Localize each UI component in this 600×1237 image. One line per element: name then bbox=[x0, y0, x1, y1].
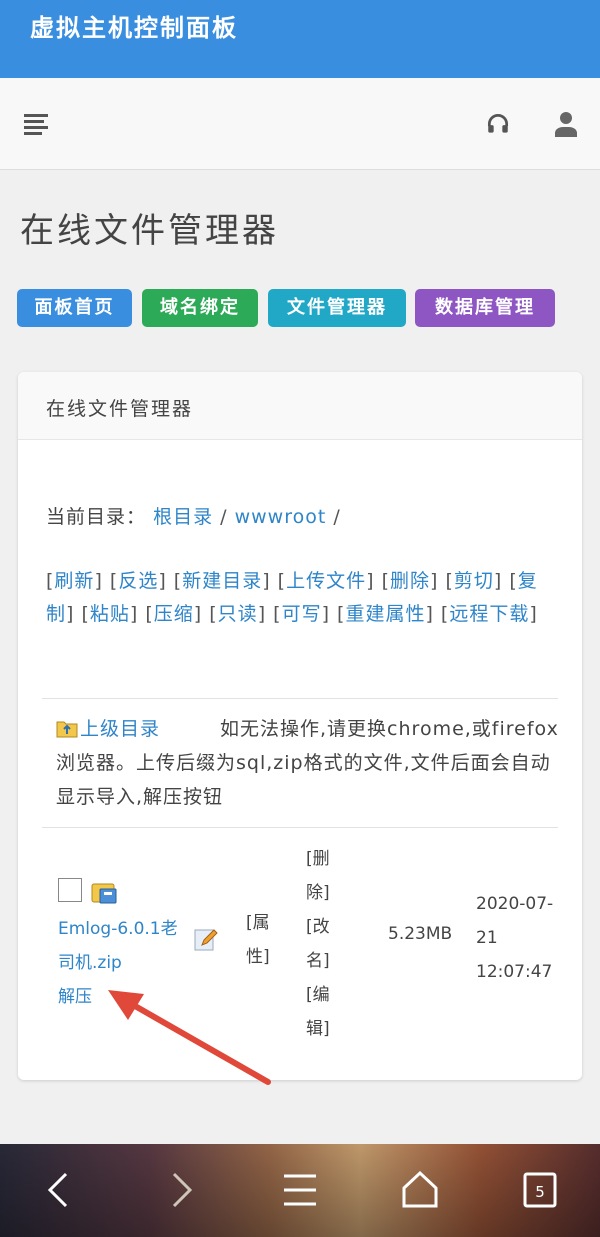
refresh-link[interactable]: 刷新 bbox=[54, 570, 94, 592]
pencil-icon[interactable] bbox=[194, 927, 218, 951]
file-size: 5.23MB bbox=[388, 924, 453, 944]
browser-navigation-bar: 5 bbox=[0, 1144, 600, 1237]
menu-icon[interactable] bbox=[278, 1168, 322, 1212]
invert-selection-link[interactable]: 反选 bbox=[118, 570, 158, 592]
file-date: 2020-07-21 12:07:47 bbox=[476, 894, 554, 982]
read-only-link[interactable]: 只读 bbox=[218, 603, 258, 625]
file-actions: [刷新] [反选] [新建目录] [上传文件] [删除] [剪切] [复制] [… bbox=[46, 570, 538, 625]
home-icon[interactable] bbox=[398, 1168, 442, 1212]
extract-link[interactable]: 解压 bbox=[58, 987, 92, 1007]
dashboard-home-button[interactable]: 面板首页 bbox=[17, 289, 132, 327]
file-name-link[interactable]: Emlog-6.0.1老司机.zip bbox=[58, 919, 178, 973]
remote-download-link[interactable]: 远程下载 bbox=[449, 603, 529, 625]
delete-link[interactable]: 删除 bbox=[390, 570, 430, 592]
tab-count: 5 bbox=[535, 1183, 545, 1201]
breadcrumb-root-link[interactable]: 根目录 bbox=[153, 506, 213, 528]
forward-icon[interactable] bbox=[158, 1168, 202, 1212]
user-icon[interactable] bbox=[554, 111, 578, 137]
navbar bbox=[0, 78, 600, 170]
divider bbox=[42, 698, 558, 699]
parent-dir-row: 上级目录 如无法操作,请更换chrome,或firefox浏览器。上传后缀为sql… bbox=[56, 712, 562, 814]
upload-file-link[interactable]: 上传文件 bbox=[286, 570, 366, 592]
app-title: 虚拟主机控制面板 bbox=[30, 14, 238, 42]
menu-icon[interactable] bbox=[24, 114, 48, 135]
file-operations: [删除] [改名] [编辑] bbox=[306, 842, 340, 1046]
new-folder-link[interactable]: 新建目录 bbox=[182, 570, 262, 592]
file-manager-button[interactable]: 文件管理器 bbox=[268, 289, 406, 327]
breadcrumb-label: 当前目录： bbox=[46, 506, 147, 528]
tabs-icon[interactable]: 5 bbox=[518, 1168, 562, 1212]
breadcrumb-wwwroot-link[interactable]: wwwroot bbox=[235, 506, 327, 528]
parent-dir-link[interactable]: 上级目录 bbox=[80, 718, 160, 740]
writable-link[interactable]: 可写 bbox=[282, 603, 322, 625]
compress-link[interactable]: 压缩 bbox=[154, 603, 194, 625]
app-header: 虚拟主机控制面板 bbox=[0, 0, 600, 78]
page-title: 在线文件管理器 bbox=[20, 211, 279, 251]
card-header: 在线文件管理器 bbox=[18, 372, 582, 440]
cut-link[interactable]: 剪切 bbox=[454, 570, 494, 592]
card-title: 在线文件管理器 bbox=[46, 398, 194, 420]
headset-icon[interactable] bbox=[485, 111, 511, 137]
breadcrumb: 当前目录： 根目录 / wwwroot / bbox=[46, 502, 341, 529]
file-manager-card: 在线文件管理器 当前目录： 根目录 / wwwroot / [刷新] [反选] … bbox=[18, 372, 582, 1080]
breadcrumb-separator: / bbox=[333, 506, 341, 528]
zip-file-icon bbox=[91, 883, 117, 904]
divider bbox=[42, 827, 558, 828]
file-attributes-link[interactable]: [属性] bbox=[246, 906, 280, 974]
folder-up-icon[interactable] bbox=[56, 718, 78, 738]
breadcrumb-separator: / bbox=[220, 506, 228, 528]
database-manager-button[interactable]: 数据库管理 bbox=[415, 289, 555, 327]
file-checkbox[interactable] bbox=[58, 878, 82, 902]
annotation-arrow bbox=[108, 990, 271, 1085]
back-icon[interactable] bbox=[38, 1168, 82, 1212]
domain-binding-button[interactable]: 域名绑定 bbox=[142, 289, 258, 327]
edit-file-link[interactable]: [编辑] bbox=[306, 978, 340, 1046]
rebuild-attributes-link[interactable]: 重建属性 bbox=[345, 603, 425, 625]
paste-link[interactable]: 粘贴 bbox=[90, 603, 130, 625]
delete-file-link[interactable]: [删除] bbox=[306, 842, 340, 910]
rename-file-link[interactable]: [改名] bbox=[306, 910, 340, 978]
